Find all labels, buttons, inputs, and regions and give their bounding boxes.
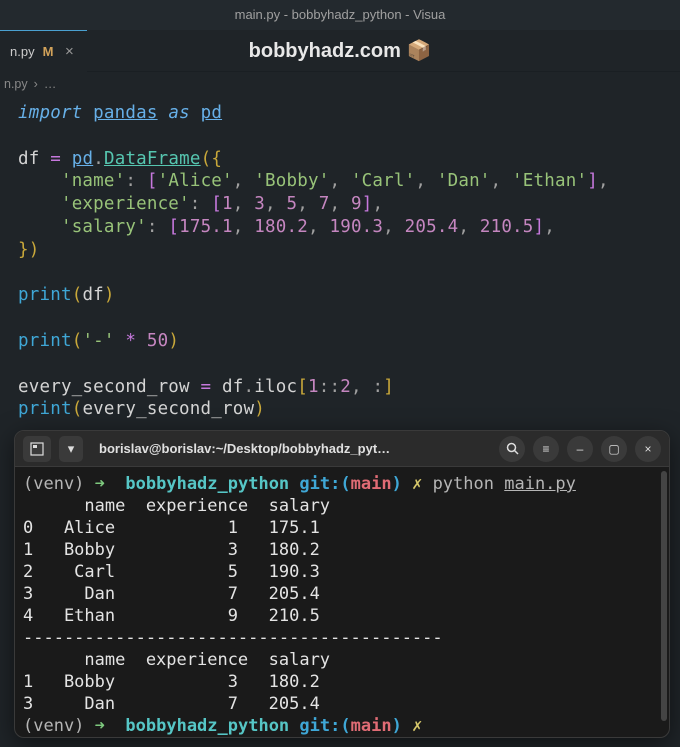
terminal-titlebar: ▾ borislav@borislav:~/Desktop/bobbyhadz_… bbox=[15, 431, 669, 467]
breadcrumb[interactable]: n.py › … bbox=[0, 72, 680, 96]
terminal-output[interactable]: (venv) ➜ bobbyhadz_python git:(main) ✗ p… bbox=[15, 467, 669, 738]
breadcrumb-file: n.py bbox=[4, 77, 28, 91]
chevron-right-icon: › bbox=[34, 77, 38, 91]
tab-bar: n.py M × bobbyhadz.com 📦 bbox=[0, 30, 680, 72]
search-icon[interactable] bbox=[499, 436, 525, 462]
tab-modified-badge: M bbox=[43, 44, 54, 59]
brand-overlay: bobbyhadz.com 📦 bbox=[0, 38, 680, 63]
window-title: main.py - bobbyhadz_python - Visua bbox=[0, 0, 680, 30]
terminal-title: borislav@borislav:~/Desktop/bobbyhadz_py… bbox=[91, 441, 491, 456]
tab-close-icon[interactable]: × bbox=[61, 43, 77, 59]
terminal-dropdown-button[interactable]: ▾ bbox=[59, 436, 83, 462]
box-icon: 📦 bbox=[406, 40, 431, 62]
menu-icon[interactable]: ≡ bbox=[533, 436, 559, 462]
maximize-icon[interactable]: ▢ bbox=[601, 436, 627, 462]
terminal-newtab-button[interactable] bbox=[23, 436, 51, 462]
close-icon[interactable]: × bbox=[635, 436, 661, 462]
terminal-window: ▾ borislav@borislav:~/Desktop/bobbyhadz_… bbox=[14, 430, 670, 738]
editor-tab[interactable]: n.py M × bbox=[0, 30, 87, 72]
minimize-icon[interactable]: – bbox=[567, 436, 593, 462]
terminal-scrollbar[interactable] bbox=[661, 471, 667, 721]
breadcrumb-more: … bbox=[44, 77, 57, 91]
code-editor[interactable]: import pandas as pd df = pd.DataFrame({ … bbox=[0, 96, 680, 421]
tab-filename: n.py bbox=[10, 44, 35, 59]
